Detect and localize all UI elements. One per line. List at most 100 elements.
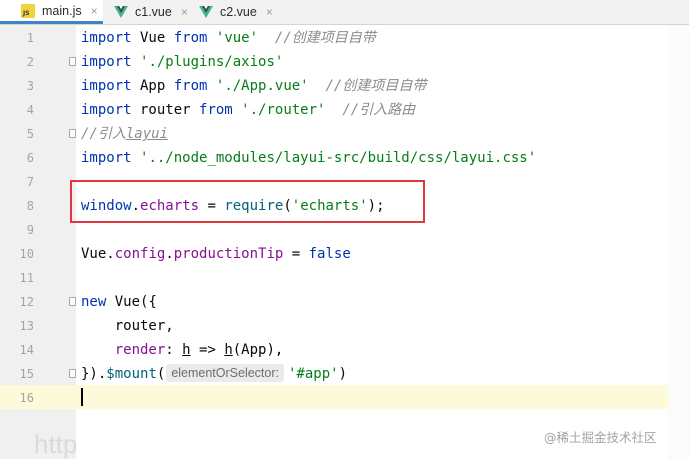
- code-token: ): [338, 366, 348, 382]
- code-token: from: [199, 102, 233, 118]
- code-token: './App.vue': [215, 78, 309, 94]
- code-line[interactable]: 16: [0, 386, 689, 410]
- tab-label: c1.vue: [135, 5, 172, 19]
- line-number: 8: [26, 199, 34, 213]
- code-token: 'vue': [215, 30, 259, 46]
- code-token: './plugins/axios': [140, 54, 284, 70]
- code-token: Vue({: [106, 294, 157, 310]
- code-text: import './plugins/axios': [81, 50, 283, 74]
- line-number: 3: [26, 79, 34, 93]
- code-editor[interactable]: 1 import Vue from 'vue' //创建项目自带 2 import '…: [0, 25, 689, 459]
- line-number: 14: [19, 343, 34, 357]
- code-line[interactable]: 1 import Vue from 'vue' //创建项目自带: [0, 26, 689, 50]
- code-token: from: [173, 78, 208, 94]
- code-token: $mount: [106, 366, 157, 382]
- close-icon[interactable]: ×: [181, 5, 188, 19]
- code-line[interactable]: 12 new Vue({: [0, 290, 689, 314]
- code-token: import: [81, 54, 132, 70]
- text-caret: [81, 388, 83, 406]
- code-text: import Vue from 'vue' //创建项目自带: [81, 26, 376, 50]
- code-token: import: [81, 150, 132, 166]
- line-number: 11: [19, 271, 34, 285]
- code-line[interactable]: 14 render: h => h(App),: [0, 338, 689, 362]
- code-token: router,: [81, 318, 174, 334]
- code-token: //创建项目自带: [274, 30, 376, 46]
- line-number: 1: [26, 31, 34, 45]
- code-text: //引入layui: [81, 122, 168, 146]
- code-token: '#app': [288, 366, 339, 382]
- code-token: (App),: [232, 342, 284, 358]
- code-token: new: [81, 294, 107, 310]
- code-token: =: [283, 246, 309, 262]
- line-number: 9: [26, 223, 34, 237]
- code-token: router: [131, 102, 200, 118]
- code-token: import: [81, 102, 132, 118]
- code-token: App: [131, 78, 174, 94]
- code-token: render: [114, 342, 166, 358]
- tab-c2-vue[interactable]: c2.vue ×: [193, 0, 285, 24]
- parameter-hint: elementOrSelector:: [166, 364, 284, 382]
- fold-marker-icon[interactable]: [69, 369, 76, 378]
- code-line[interactable]: 4 import router from './router' //引入路由: [0, 98, 689, 122]
- code-text: import '../node_modules/layui-src/build/…: [81, 146, 536, 170]
- code-token: import: [81, 30, 132, 46]
- code-token: productionTip: [173, 246, 284, 262]
- code-text: render: h => h(App),: [81, 338, 284, 362]
- code-token: config: [114, 246, 166, 262]
- code-token: :: [165, 342, 183, 358]
- code-token: (: [156, 366, 166, 382]
- line-number: 15: [19, 367, 34, 381]
- line-number: 6: [26, 151, 34, 165]
- vue-file-icon: [114, 6, 128, 18]
- code-line[interactable]: 11: [0, 266, 689, 290]
- code-token: =>: [190, 342, 225, 358]
- fold-marker-icon[interactable]: [69, 129, 76, 138]
- line-number: 5: [26, 127, 34, 141]
- tab-label: main.js: [42, 3, 82, 18]
- line-number: 12: [19, 295, 34, 309]
- code-token: Vue: [131, 30, 174, 46]
- code-token: './router': [241, 102, 326, 118]
- line-number: 4: [26, 103, 34, 117]
- code-token: .: [165, 246, 174, 262]
- code-line[interactable]: 2 import './plugins/axios': [0, 50, 689, 74]
- code-token: //引入路由: [342, 102, 416, 118]
- code-line[interactable]: 13 router,: [0, 314, 689, 338]
- code-token: Vue: [81, 246, 107, 262]
- code-token: .: [106, 246, 115, 262]
- code-line[interactable]: 15 }).$mount(elementOrSelector: '#app'): [0, 362, 689, 386]
- line-number: 7: [26, 175, 34, 189]
- code-token: //引入: [81, 126, 126, 142]
- watermark-right: @稀土掘金技术社区: [544, 430, 657, 445]
- annotation-highlight-box: [70, 180, 425, 223]
- vue-file-icon: [199, 6, 213, 18]
- code-token: import: [81, 78, 132, 94]
- line-number: 2: [26, 55, 34, 69]
- code-line[interactable]: 3 import App from './App.vue' //创建项目自带: [0, 74, 689, 98]
- line-number: 16: [19, 391, 34, 405]
- code-token: '../node_modules/layui-src/build/css/lay…: [140, 150, 537, 166]
- fold-marker-icon[interactable]: [69, 297, 76, 306]
- close-icon[interactable]: ×: [91, 4, 98, 18]
- close-icon[interactable]: ×: [266, 5, 273, 19]
- code-token: from: [173, 30, 208, 46]
- tab-main-js[interactable]: JS main.js ×: [0, 0, 103, 24]
- tab-c1-vue[interactable]: c1.vue ×: [106, 0, 192, 24]
- fold-marker-icon[interactable]: [69, 57, 76, 66]
- code-line[interactable]: 6 import '../node_modules/layui-src/build…: [0, 146, 689, 170]
- code-line[interactable]: 5 //引入layui: [0, 122, 689, 146]
- code-line[interactable]: 10 Vue.config.productionTip = false: [0, 242, 689, 266]
- code-token: layui: [125, 126, 169, 142]
- line-number: 10: [19, 247, 34, 261]
- tab-label: c2.vue: [220, 5, 257, 19]
- code-text: }).$mount(elementOrSelector: '#app'): [81, 362, 347, 386]
- js-file-icon: JS: [21, 3, 35, 18]
